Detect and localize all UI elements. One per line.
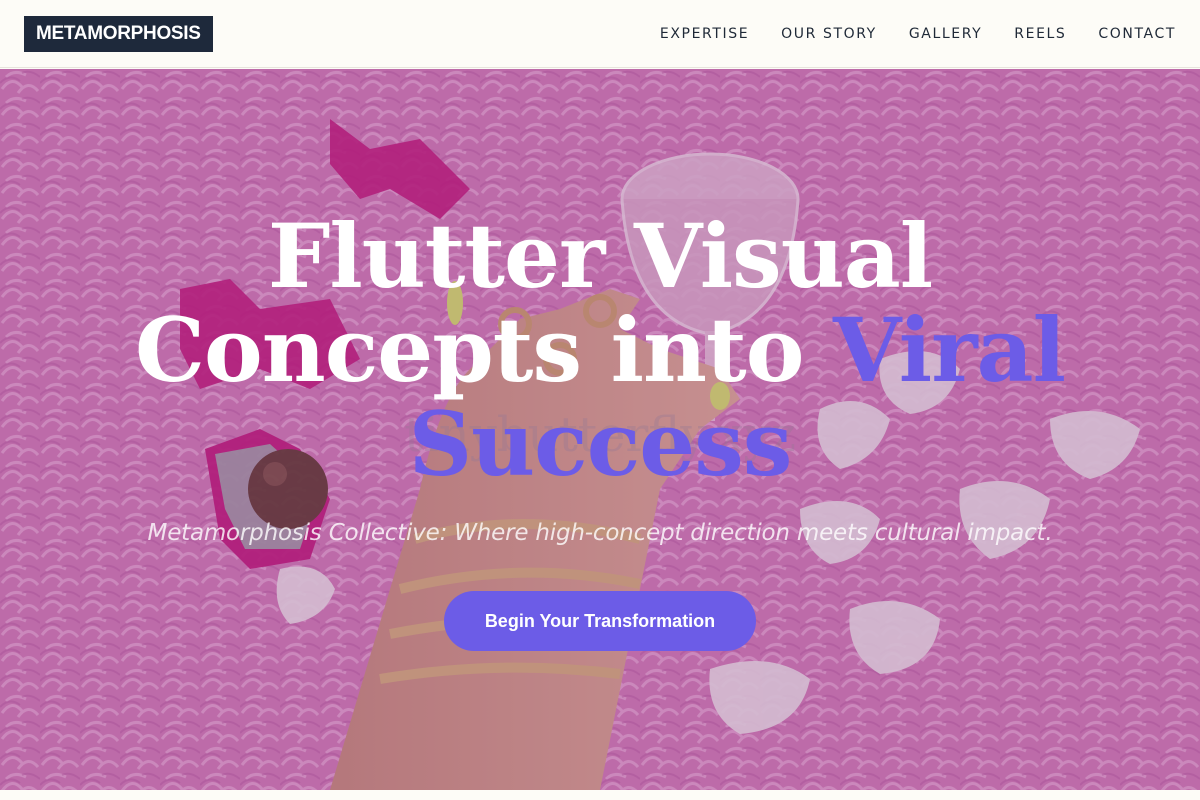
nav-link-expertise[interactable]: EXPERTISE xyxy=(660,26,749,42)
nav-link-contact[interactable]: CONTACT xyxy=(1098,26,1176,42)
hero-title: Flutter Visual Concepts into Viral Succe… xyxy=(100,209,1100,491)
page-bottom-strip xyxy=(0,790,1200,800)
nav-link-reels[interactable]: REELS xyxy=(1014,26,1066,42)
hero-subtitle: Metamorphosis Collective: Where high-con… xyxy=(147,520,1053,546)
hero-title-line-2: Concepts into xyxy=(134,298,804,402)
hero-title-accent-success: Success xyxy=(408,392,793,496)
begin-transformation-button[interactable]: Begin Your Transformation xyxy=(444,591,756,651)
main-nav: EXPERTISE OUR STORY GALLERY REELS CONTAC… xyxy=(660,0,1176,68)
site-header: METAMORPHOSIS EXPERTISE OUR STORY GALLER… xyxy=(0,0,1200,68)
hero-title-accent-viral: Viral xyxy=(833,298,1066,402)
brand-logo[interactable]: METAMORPHOSIS xyxy=(24,16,213,52)
nav-link-our-story[interactable]: OUR STORY xyxy=(781,26,877,42)
hero-title-line-1: Flutter Visual xyxy=(267,204,933,308)
nav-link-gallery[interactable]: GALLERY xyxy=(909,26,982,42)
hero-section: tinybutterfly.xyz Flutter Visual Concept… xyxy=(0,69,1200,790)
